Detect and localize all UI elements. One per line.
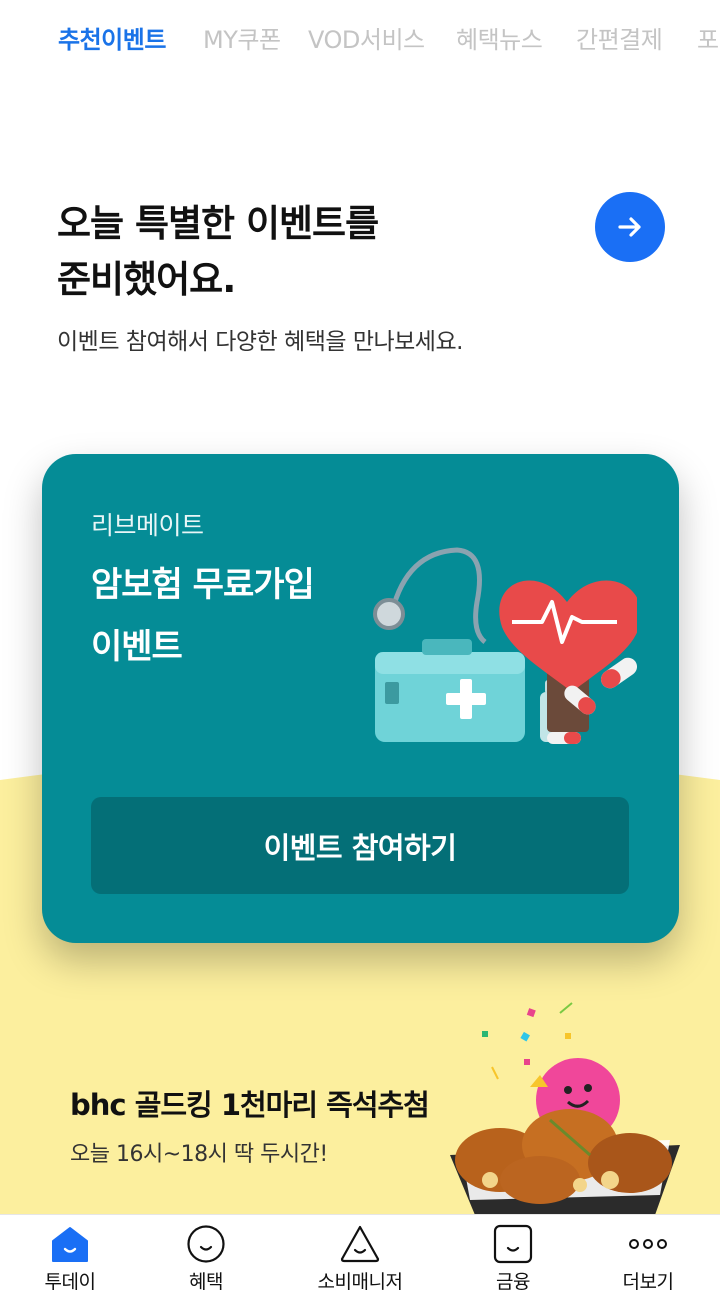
page-title-line1: 오늘 특별한 이벤트를 bbox=[57, 202, 379, 245]
home-smile-icon bbox=[48, 1224, 92, 1264]
tab-vod-service[interactable]: VOD서비스 bbox=[308, 20, 425, 55]
nav-more-label: 더보기 bbox=[622, 1271, 674, 1293]
tab-recommended-events[interactable]: 추천이벤트 bbox=[58, 20, 166, 55]
page-title: 오늘 특별한 이벤트를 준비했어요. bbox=[57, 196, 379, 308]
nav-spending-manager[interactable]: 소비매니저 bbox=[290, 1215, 430, 1301]
nav-spending-manager-label: 소비매니저 bbox=[317, 1271, 403, 1293]
promo-title[interactable]: bhc 골드킹 1천마리 즉석추첨 bbox=[70, 1082, 430, 1124]
square-smile-icon bbox=[491, 1224, 535, 1264]
promo-subtitle: 오늘 16시~18시 딱 두시간! bbox=[70, 1142, 328, 1167]
nav-finance[interactable]: 금융 bbox=[443, 1215, 583, 1301]
top-tab-bar: 추천이벤트 MY쿠폰 VOD서비스 혜택뉴스 간편결제 포 bbox=[0, 0, 720, 74]
event-title-line2: 이벤트 bbox=[91, 627, 183, 667]
event-title: 암보험 무료가입 이벤트 bbox=[91, 554, 315, 678]
fried-chicken-basket-illustration bbox=[450, 1002, 680, 1215]
nav-today-label: 투데이 bbox=[44, 1271, 96, 1293]
tab-my-coupons[interactable]: MY쿠폰 bbox=[203, 20, 281, 55]
nav-today[interactable]: 투데이 bbox=[0, 1215, 140, 1301]
circle-smile-icon bbox=[184, 1224, 228, 1264]
bottom-navigation: 투데이 혜택 소비매니저 금융 더보기 bbox=[0, 1214, 720, 1301]
page-title-line2: 준비했어요. bbox=[57, 258, 236, 301]
tab-points[interactable]: 포 bbox=[697, 20, 719, 55]
event-card[interactable]: 리브메이트 암보험 무료가입 이벤트 이벤트 참여하기 bbox=[42, 454, 679, 943]
nav-finance-label: 금융 bbox=[496, 1271, 530, 1293]
nav-benefits-label: 혜택 bbox=[189, 1271, 223, 1293]
event-brand: 리브메이트 bbox=[91, 511, 204, 540]
event-title-line1: 암보험 무료가입 bbox=[91, 565, 315, 605]
tab-benefit-news[interactable]: 혜택뉴스 bbox=[456, 20, 543, 55]
join-event-button[interactable]: 이벤트 참여하기 bbox=[91, 797, 629, 894]
arrow-right-icon bbox=[618, 217, 641, 237]
page-subtitle: 이벤트 참여해서 다양한 혜택을 만나보세요. bbox=[57, 329, 463, 355]
triangle-smile-icon bbox=[338, 1224, 382, 1264]
medical-kit-heart-illustration bbox=[373, 547, 637, 744]
tab-easy-payment[interactable]: 간편결제 bbox=[576, 20, 663, 55]
nav-benefits[interactable]: 혜택 bbox=[136, 1215, 276, 1301]
nav-more[interactable]: 더보기 bbox=[578, 1215, 718, 1301]
view-all-button[interactable] bbox=[595, 192, 665, 262]
more-dots-icon bbox=[626, 1224, 670, 1264]
